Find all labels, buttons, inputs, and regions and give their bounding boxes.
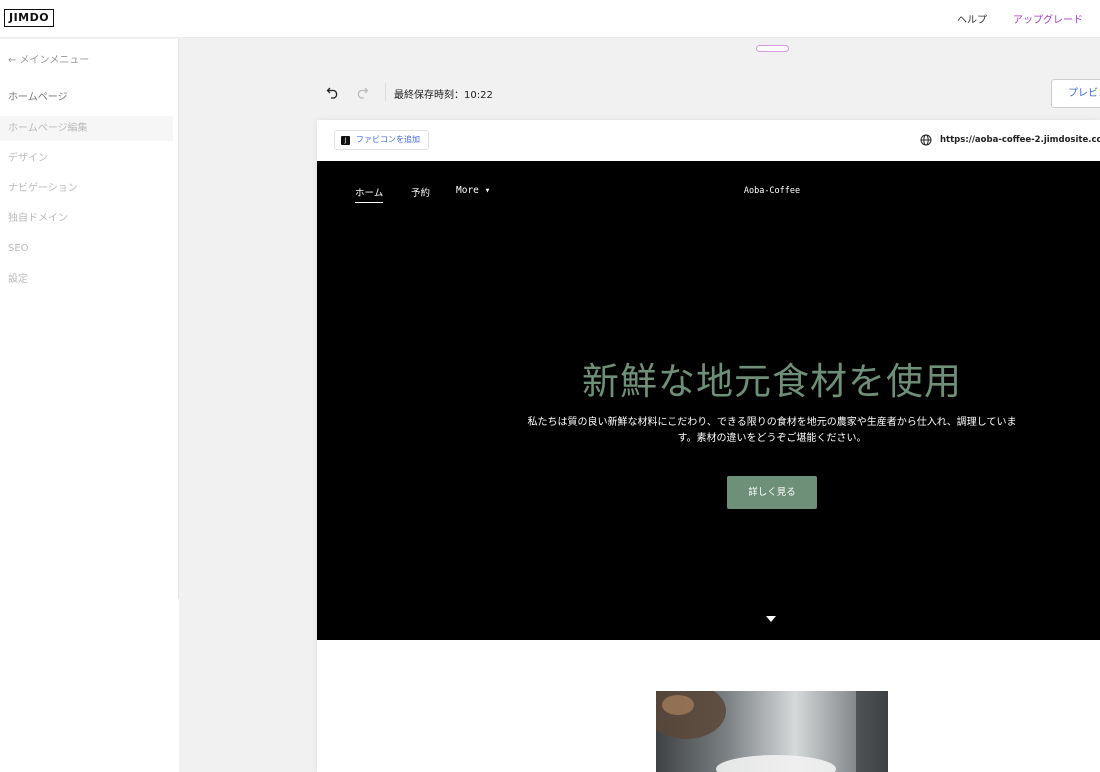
- top-bar: JIMDO ヘルプ アップグレード: [0, 0, 1100, 38]
- help-link[interactable]: ヘルプ: [957, 11, 987, 26]
- sidebar-item-homepage[interactable]: ホームページ: [0, 85, 173, 110]
- sidebar-item-settings[interactable]: 設定: [0, 267, 173, 292]
- last-saved-status: 最終保存時刻：10:22: [394, 90, 493, 101]
- redo-icon[interactable]: [355, 85, 369, 99]
- add-favicon-label: ファビコンを追加: [356, 135, 420, 144]
- section-handle[interactable]: [756, 45, 789, 52]
- globe-icon: [920, 134, 932, 146]
- undo-icon[interactable]: [326, 85, 340, 99]
- preview-button[interactable]: プレビュー: [1051, 79, 1100, 108]
- sidebar-item-domain[interactable]: 独自ドメイン: [0, 206, 173, 231]
- sidebar-item-navigation[interactable]: ナビゲーション: [0, 176, 173, 201]
- sidebar-item-seo[interactable]: SEO: [0, 236, 173, 261]
- jimdo-favicon-icon: J: [341, 135, 350, 145]
- sidebar: ← メインメニュー ホームページ ホームページ編集 デザイン ナビゲーション 独…: [0, 39, 179, 772]
- sidebar-item-design[interactable]: デザイン: [0, 146, 173, 171]
- upgrade-link[interactable]: アップグレード: [1013, 11, 1083, 26]
- learn-more-button[interactable]: 詳しく見る: [727, 476, 817, 509]
- sidebar-item-homepage-edit[interactable]: ホームページ編集: [0, 116, 173, 141]
- content-photo[interactable]: [656, 691, 888, 772]
- site-preview-frame: J ファビコンを追加 https://aoba-coffee-2.jimdosi…: [317, 120, 1100, 772]
- site-url[interactable]: https://aoba-coffee-2.jimdosite.com: [940, 135, 1100, 145]
- scroll-down-chevron-icon[interactable]: [766, 616, 776, 622]
- site-title[interactable]: Aoba-Coffee: [317, 186, 1100, 196]
- jimdo-logo[interactable]: JIMDO: [4, 9, 55, 27]
- hero-text[interactable]: 私たちは質の良い新鮮な材料にこだわり、できる限りの食材を地元の農家や生産者から仕…: [527, 415, 1017, 447]
- sidebar-divider: [178, 39, 179, 599]
- add-favicon-button[interactable]: J ファビコンを追加: [334, 130, 429, 150]
- hero-heading[interactable]: 新鮮な地元食材を使用: [317, 351, 1100, 405]
- back-to-main-menu[interactable]: ← メインメニュー: [8, 51, 89, 66]
- coffee-photo-image: [656, 691, 888, 772]
- toolbar-separator: [385, 83, 386, 101]
- frame-bar: J ファビコンを追加 https://aoba-coffee-2.jimdosi…: [317, 120, 1100, 161]
- hero-section[interactable]: ホーム 予約 More ▾ Aoba-Coffee 新鮮な地元食材を使用 私たち…: [317, 161, 1100, 640]
